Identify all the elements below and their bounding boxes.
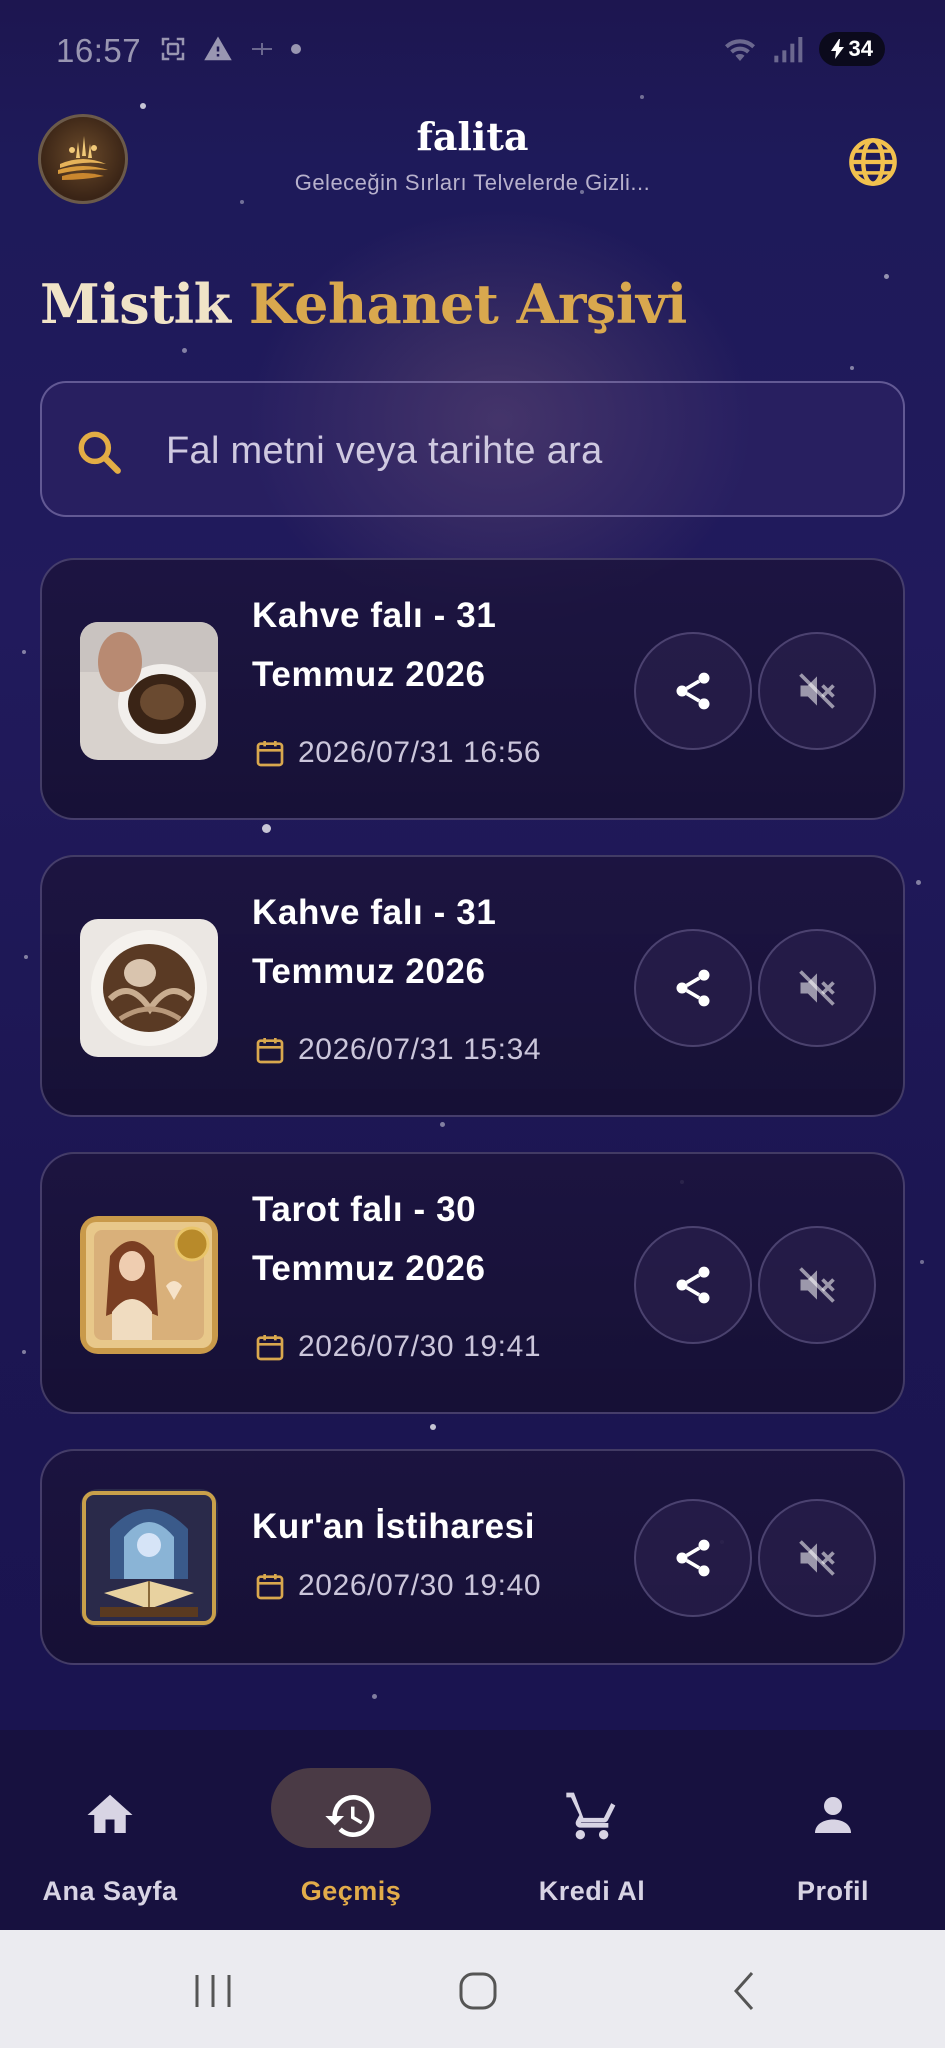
back-button[interactable] xyxy=(714,1966,774,2016)
system-nav-bar xyxy=(0,1930,945,2048)
reading-date: 2026/07/30 19:40 xyxy=(298,1569,542,1602)
page-title: Mistik Kehanet Arşivi xyxy=(40,272,687,336)
reading-card[interactable]: Kahve falı - 31 Temmuz 2026 2026/07/31 1… xyxy=(40,855,905,1117)
reading-title: Kahve falı - 31 Temmuz 2026 xyxy=(252,596,497,694)
battery-level: 34 xyxy=(848,36,873,61)
status-time: 16:57 xyxy=(56,32,142,69)
language-button[interactable] xyxy=(843,132,903,192)
calendar-icon xyxy=(256,1574,284,1600)
volume-off-icon xyxy=(799,970,835,1006)
reading-card[interactable]: Kur'an İstiharesi 2026/07/30 19:40 xyxy=(40,1449,905,1665)
search-icon xyxy=(78,431,121,474)
mute-button[interactable] xyxy=(758,929,876,1047)
page-title-part2: Kehanet Arşivi xyxy=(248,272,687,336)
volume-off-icon xyxy=(799,1540,835,1576)
coffee-cup-thumbnail xyxy=(80,622,218,760)
person-icon xyxy=(815,1797,851,1833)
share-icon xyxy=(676,1266,710,1304)
reading-date-row: 2026/07/30 19:40 xyxy=(254,1569,541,1603)
nav-item-home[interactable]: Ana Sayfa xyxy=(10,1760,210,1906)
reading-date-row: 2026/07/30 19:41 xyxy=(254,1330,541,1364)
nav-item-buy-credit[interactable]: Kredi Al xyxy=(492,1760,692,1906)
alert-icon xyxy=(204,36,232,61)
reading-date: 2026/07/31 16:56 xyxy=(298,736,542,769)
nav-label-history: Geçmiş xyxy=(300,1876,402,1906)
cast-icon xyxy=(252,43,272,55)
mute-button[interactable] xyxy=(758,1226,876,1344)
reading-title: Tarot falı - 30 Temmuz 2026 xyxy=(252,1190,486,1288)
reading-date-row: 2026/07/31 16:56 xyxy=(254,736,541,770)
quran-thumbnail xyxy=(80,1489,218,1627)
nav-item-history[interactable]: Geçmiş xyxy=(251,1760,451,1906)
mute-button[interactable] xyxy=(758,1499,876,1617)
nav-item-profile[interactable]: Profil xyxy=(733,1760,933,1906)
nav-label-buy-credit: Kredi Al xyxy=(538,1876,646,1906)
dot-icon xyxy=(291,44,301,54)
search-input[interactable] xyxy=(166,411,866,491)
reading-date-row: 2026/07/31 15:34 xyxy=(254,1033,541,1067)
share-button[interactable] xyxy=(634,929,752,1047)
share-button[interactable] xyxy=(634,1499,752,1617)
home-icon xyxy=(87,1794,133,1833)
calendar-icon xyxy=(256,1038,284,1064)
status-bar: 16:57 34 xyxy=(0,0,945,100)
wifi-icon xyxy=(724,39,755,61)
screen: 16:57 34 falita Geleceğin Sırları Telvel… xyxy=(0,0,945,2048)
app-title: falita xyxy=(416,114,529,159)
battery-indicator: 34 xyxy=(818,32,885,66)
mute-button[interactable] xyxy=(758,632,876,750)
back-icon xyxy=(733,1972,754,2010)
recent-apps-icon xyxy=(195,1975,231,2007)
app-header: falita Geleceğin Sırları Telvelerde Gizl… xyxy=(0,100,945,240)
app-subtitle: Geleceğin Sırları Telvelerde Gizli... xyxy=(294,170,651,195)
reading-title: Kur'an İstiharesi xyxy=(252,1507,536,1546)
battery-charging-icon xyxy=(830,39,844,59)
status-icons-right: 34 xyxy=(721,32,885,66)
page-title-part1: Mistik xyxy=(40,272,231,336)
reading-card[interactable]: Kahve falı - 31 Temmuz 2026 2026/07/31 1… xyxy=(40,558,905,820)
screenshot-icon xyxy=(161,37,185,61)
home-circle-icon xyxy=(459,1972,497,2010)
nav-label-home: Ana Sayfa xyxy=(42,1876,178,1906)
tarot-card-thumbnail xyxy=(80,1216,218,1354)
reading-date: 2026/07/30 19:41 xyxy=(298,1330,542,1363)
share-icon xyxy=(676,672,710,710)
reading-date: 2026/07/31 15:34 xyxy=(298,1033,542,1066)
reading-card[interactable]: Tarot falı - 30 Temmuz 2026 2026/07/30 1… xyxy=(40,1152,905,1414)
share-icon xyxy=(676,969,710,1007)
cart-icon xyxy=(566,1792,616,1840)
share-button[interactable] xyxy=(634,632,752,750)
search-box[interactable] xyxy=(40,381,905,517)
nav-label-profile: Profil xyxy=(796,1876,869,1906)
signal-icon xyxy=(773,37,802,63)
calendar-icon xyxy=(256,1335,284,1361)
share-icon xyxy=(676,1539,710,1577)
status-icons-left xyxy=(158,34,302,64)
reading-title: Kahve falı - 31 Temmuz 2026 xyxy=(252,893,497,991)
coffee-cup-grounds-thumbnail xyxy=(80,919,218,1057)
history-icon xyxy=(325,1795,375,1837)
recent-apps-button[interactable] xyxy=(183,1966,243,2016)
globe-icon xyxy=(849,138,897,186)
calendar-icon xyxy=(256,741,284,767)
home-system-button[interactable] xyxy=(448,1966,508,2016)
share-button[interactable] xyxy=(634,1226,752,1344)
bottom-nav: Ana Sayfa Geçmiş Kredi Al Profil xyxy=(0,1730,945,1930)
volume-off-icon xyxy=(799,673,835,709)
volume-off-icon xyxy=(799,1267,835,1303)
